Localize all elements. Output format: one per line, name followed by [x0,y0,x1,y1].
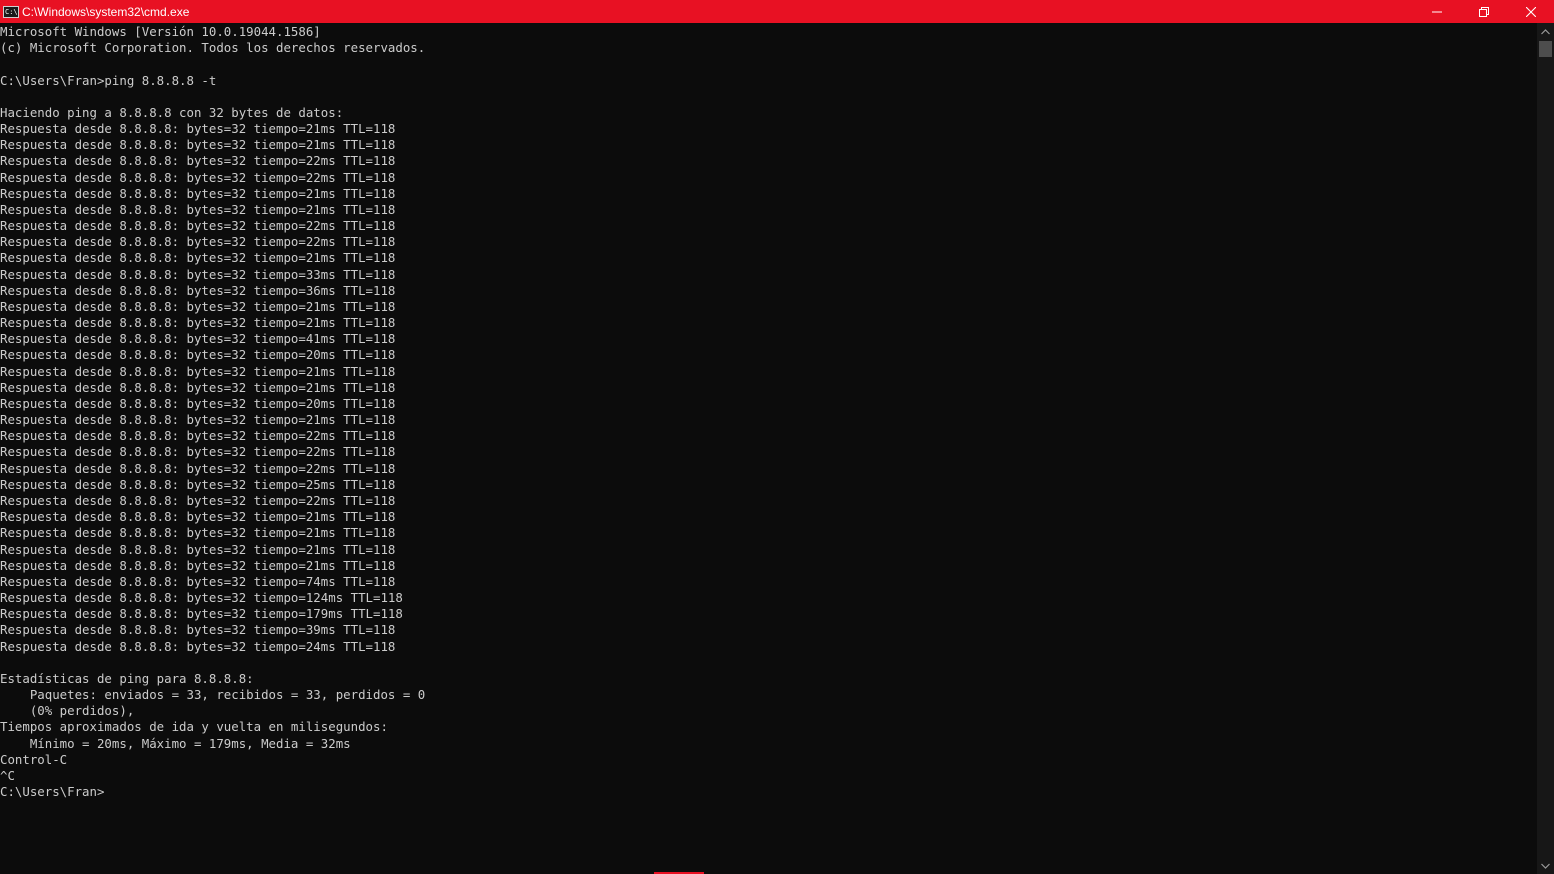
console-line: Respuesta desde 8.8.8.8: bytes=32 tiempo… [0,185,396,201]
console-line: Respuesta desde 8.8.8.8: bytes=32 tiempo… [0,137,396,153]
console-line: Respuesta desde 8.8.8.8: bytes=32 tiempo… [0,476,396,492]
console-line: Respuesta desde 8.8.8.8: bytes=32 tiempo… [0,331,396,347]
console-line: Respuesta desde 8.8.8.8: bytes=32 tiempo… [0,315,396,331]
console-line: Respuesta desde 8.8.8.8: bytes=32 tiempo… [0,492,396,508]
scroll-up-button[interactable] [1537,23,1554,40]
console-line: C:\Users\Fran>ping 8.8.8.8 -t [0,72,217,88]
console-line: Respuesta desde 8.8.8.8: bytes=32 tiempo… [0,444,396,460]
console-line: Respuesta desde 8.8.8.8: bytes=32 tiempo… [0,153,396,169]
console-line: ^C [0,767,15,783]
scroll-down-arrow-icon [1541,863,1550,869]
console-line: Respuesta desde 8.8.8.8: bytes=32 tiempo… [0,298,396,314]
console-line: Respuesta desde 8.8.8.8: bytes=32 tiempo… [0,460,396,476]
console-line: Respuesta desde 8.8.8.8: bytes=32 tiempo… [0,234,396,250]
console-line: Respuesta desde 8.8.8.8: bytes=32 tiempo… [0,347,396,363]
console-line: (0% perdidos), [0,703,135,719]
console-line: Respuesta desde 8.8.8.8: bytes=32 tiempo… [0,363,396,379]
console-line: Respuesta desde 8.8.8.8: bytes=32 tiempo… [0,525,396,541]
close-icon [1525,6,1536,17]
console-line: Respuesta desde 8.8.8.8: bytes=32 tiempo… [0,606,403,622]
window-title: C:\Windows\system32\cmd.exe [22,4,190,19]
console-line: Respuesta desde 8.8.8.8: bytes=32 tiempo… [0,379,396,395]
console-line: Respuesta desde 8.8.8.8: bytes=32 tiempo… [0,509,396,525]
restore-icon [1478,6,1489,17]
console-line: Respuesta desde 8.8.8.8: bytes=32 tiempo… [0,282,396,298]
console-line: Microsoft Windows [Versión 10.0.19044.15… [0,24,321,39]
console-line: Respuesta desde 8.8.8.8: bytes=32 tiempo… [0,541,396,557]
console-line: Respuesta desde 8.8.8.8: bytes=32 tiempo… [0,590,403,606]
console-line: Tiempos aproximados de ida y vuelta en m… [0,719,388,735]
vertical-scrollbar[interactable] [1537,23,1554,874]
console-line: Respuesta desde 8.8.8.8: bytes=32 tiempo… [0,395,396,411]
console-line: Respuesta desde 8.8.8.8: bytes=32 tiempo… [0,557,396,573]
console-line: Respuesta desde 8.8.8.8: bytes=32 tiempo… [0,266,396,282]
console-line: (c) Microsoft Corporation. Todos los der… [0,40,426,56]
cmd-window: C:\ C:\Windows\system32\cmd.exe Microsof… [0,0,1554,874]
console-output[interactable]: Microsoft Windows [Versión 10.0.19044.15… [0,24,1536,874]
console-line: Respuesta desde 8.8.8.8: bytes=32 tiempo… [0,250,396,266]
console-line: Paquetes: enviados = 33, recibidos = 33,… [0,687,426,703]
console-line: C:\Users\Fran> [0,784,105,800]
scroll-up-arrow-icon [1541,28,1550,34]
console-line: Respuesta desde 8.8.8.8: bytes=32 tiempo… [0,412,396,428]
console-line: Respuesta desde 8.8.8.8: bytes=32 tiempo… [0,638,396,654]
console-line: Estadísticas de ping para 8.8.8.8: [0,670,254,686]
scroll-down-button[interactable] [1537,857,1554,874]
console-line: Haciendo ping a 8.8.8.8 con 32 bytes de … [0,104,344,120]
console-line: Respuesta desde 8.8.8.8: bytes=32 tiempo… [0,573,396,589]
console-line: Respuesta desde 8.8.8.8: bytes=32 tiempo… [0,121,396,137]
console-line: Respuesta desde 8.8.8.8: bytes=32 tiempo… [0,218,396,234]
console-line: Respuesta desde 8.8.8.8: bytes=32 tiempo… [0,169,396,185]
minimize-icon [1431,11,1442,12]
minimize-button[interactable] [1413,0,1460,23]
console-line: Respuesta desde 8.8.8.8: bytes=32 tiempo… [0,201,396,217]
console-line: Control-C [0,751,68,767]
title-bar[interactable]: C:\ C:\Windows\system32\cmd.exe [0,0,1554,23]
scroll-thumb[interactable] [1539,41,1552,57]
cmd-icon: C:\ [3,5,19,18]
console-line: Mínimo = 20ms, Máximo = 179ms, Media = 3… [0,735,351,751]
console-line: Respuesta desde 8.8.8.8: bytes=32 tiempo… [0,428,396,444]
window-controls [1413,0,1554,23]
console-line: Respuesta desde 8.8.8.8: bytes=32 tiempo… [0,622,396,638]
close-button[interactable] [1507,0,1554,23]
restore-button[interactable] [1460,0,1507,23]
